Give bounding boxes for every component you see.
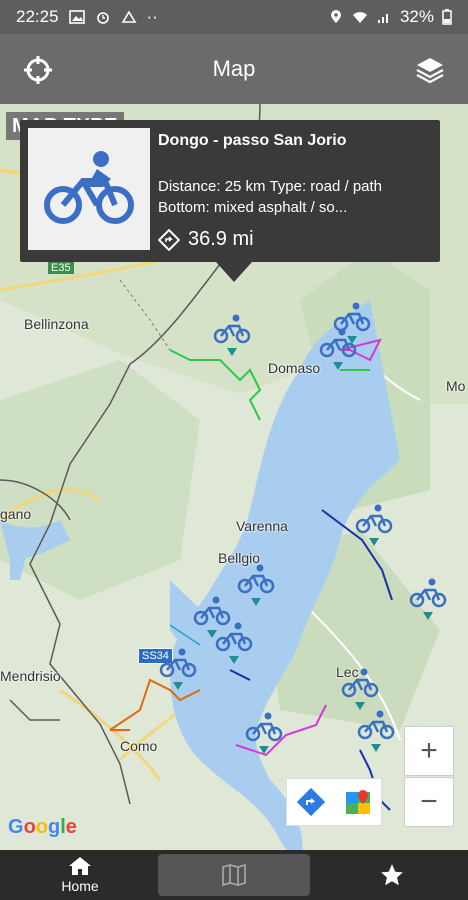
status-time: 22:25 [16,7,59,26]
place-domaso: Domaso [268,360,321,376]
map-book-icon [222,864,246,886]
bike-route-marker[interactable] [318,326,358,372]
popup-pointer [216,262,252,282]
page-title: Map [212,56,256,81]
image-icon [68,10,85,24]
star-icon [381,864,403,886]
place-bellinzona: Bellinzona [24,316,89,332]
battery-icon [442,9,452,25]
bike-route-marker[interactable] [340,666,380,712]
signal-icon [377,14,388,23]
layers-button[interactable] [410,50,450,90]
place-como: Como [120,738,158,754]
bicycle-icon [44,151,134,224]
tab-home-label: Home [61,878,99,894]
place-lugano: gano [0,506,32,522]
route-title: Dongo - passo San Jorio [158,132,347,149]
route-description: Distance: 25 km Type: road / path Bottom… [158,178,383,216]
bike-route-marker[interactable] [354,502,394,548]
tab-home[interactable]: Home [40,850,120,900]
bike-route-marker[interactable] [158,646,198,692]
route-info-popup[interactable]: Dongo - passo San Jorio Distance: 25 km … [20,120,440,282]
wifi-icon [352,12,367,23]
layers-icon [416,58,444,84]
route-distance-value: 36.9 mi [188,228,254,250]
zoom-out-button[interactable]: − [404,777,454,827]
place-mendrisio: Mendrisio [0,668,61,684]
google-logo: Google [8,816,77,838]
bike-route-marker[interactable] [236,562,276,608]
tab-favorites[interactable] [352,850,432,900]
route-thumbnail [28,128,150,250]
road-e35: E35 [48,262,74,274]
bicycle-icon [213,324,251,344]
bike-route-marker[interactable] [212,312,252,358]
more-dots-icon: ·· [146,7,158,26]
home-icon [69,857,91,875]
bike-route-marker[interactable] [408,576,448,622]
bike-route-marker[interactable] [214,620,254,666]
app-notification-icon [121,10,136,23]
zoom-in-button[interactable]: + [404,726,454,776]
location-icon [330,10,341,23]
status-bar: 22:25 ·· 32% [0,0,468,34]
bottom-nav: Home [0,850,468,900]
directions-icon [158,228,180,251]
place-mo: Mo [446,378,466,394]
app-bar: Map [0,34,468,104]
route-distance: 36.9 mi [158,228,254,251]
google-map-actions [286,778,382,826]
google-maps-icon[interactable] [344,788,372,816]
tab-map[interactable] [158,854,310,896]
place-varenna: Varenna [236,518,288,534]
directions-icon[interactable] [296,788,325,816]
bike-route-marker[interactable] [356,708,396,754]
bike-route-marker[interactable] [244,710,284,756]
battery-percent: 32% [399,7,434,26]
alarm-icon [96,12,109,24]
